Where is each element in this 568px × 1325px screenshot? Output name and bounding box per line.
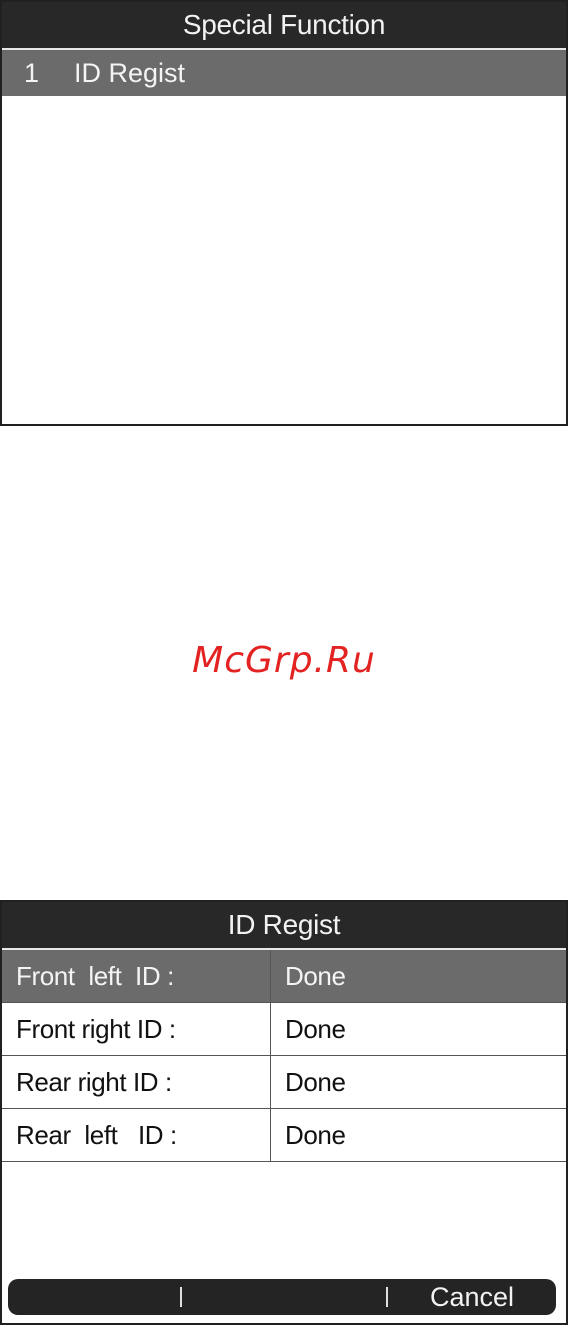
row-value: Done: [270, 1108, 566, 1162]
table-row[interactable]: Front left ID : Done: [2, 950, 566, 1003]
footer-button-middle[interactable]: [182, 1279, 386, 1315]
row-label: Front left ID :: [2, 950, 271, 1003]
id-regist-screen: ID Regist Front left ID : Done Front rig…: [0, 900, 568, 1325]
menu-item-number: 1: [24, 58, 40, 88]
id-status-table: Front left ID : Done Front right ID : Do…: [2, 950, 566, 1162]
row-value: Done: [270, 950, 566, 1003]
menu-item-label: ID Regist: [74, 58, 186, 88]
table-row[interactable]: Rear left ID : Done: [2, 1108, 566, 1162]
watermark: McGrp.Ru: [192, 640, 376, 681]
row-value: Done: [270, 1055, 566, 1109]
row-value: Done: [270, 1002, 566, 1056]
menu-item-id-regist[interactable]: 1 ID Regist: [2, 50, 566, 96]
row-label: Rear left ID :: [2, 1108, 271, 1162]
screen-title: ID Regist: [2, 902, 566, 950]
footer-bar: Cancel: [8, 1279, 556, 1315]
special-function-screen: Special Function 1 ID Regist: [0, 0, 568, 426]
screen-title: Special Function: [2, 2, 566, 50]
row-label: Rear right ID :: [2, 1055, 271, 1109]
row-label: Front right ID :: [2, 1002, 271, 1056]
footer-button-left[interactable]: [8, 1279, 180, 1315]
table-row[interactable]: Front right ID : Done: [2, 1002, 566, 1056]
cancel-button[interactable]: Cancel: [388, 1279, 556, 1315]
table-row[interactable]: Rear right ID : Done: [2, 1055, 566, 1109]
